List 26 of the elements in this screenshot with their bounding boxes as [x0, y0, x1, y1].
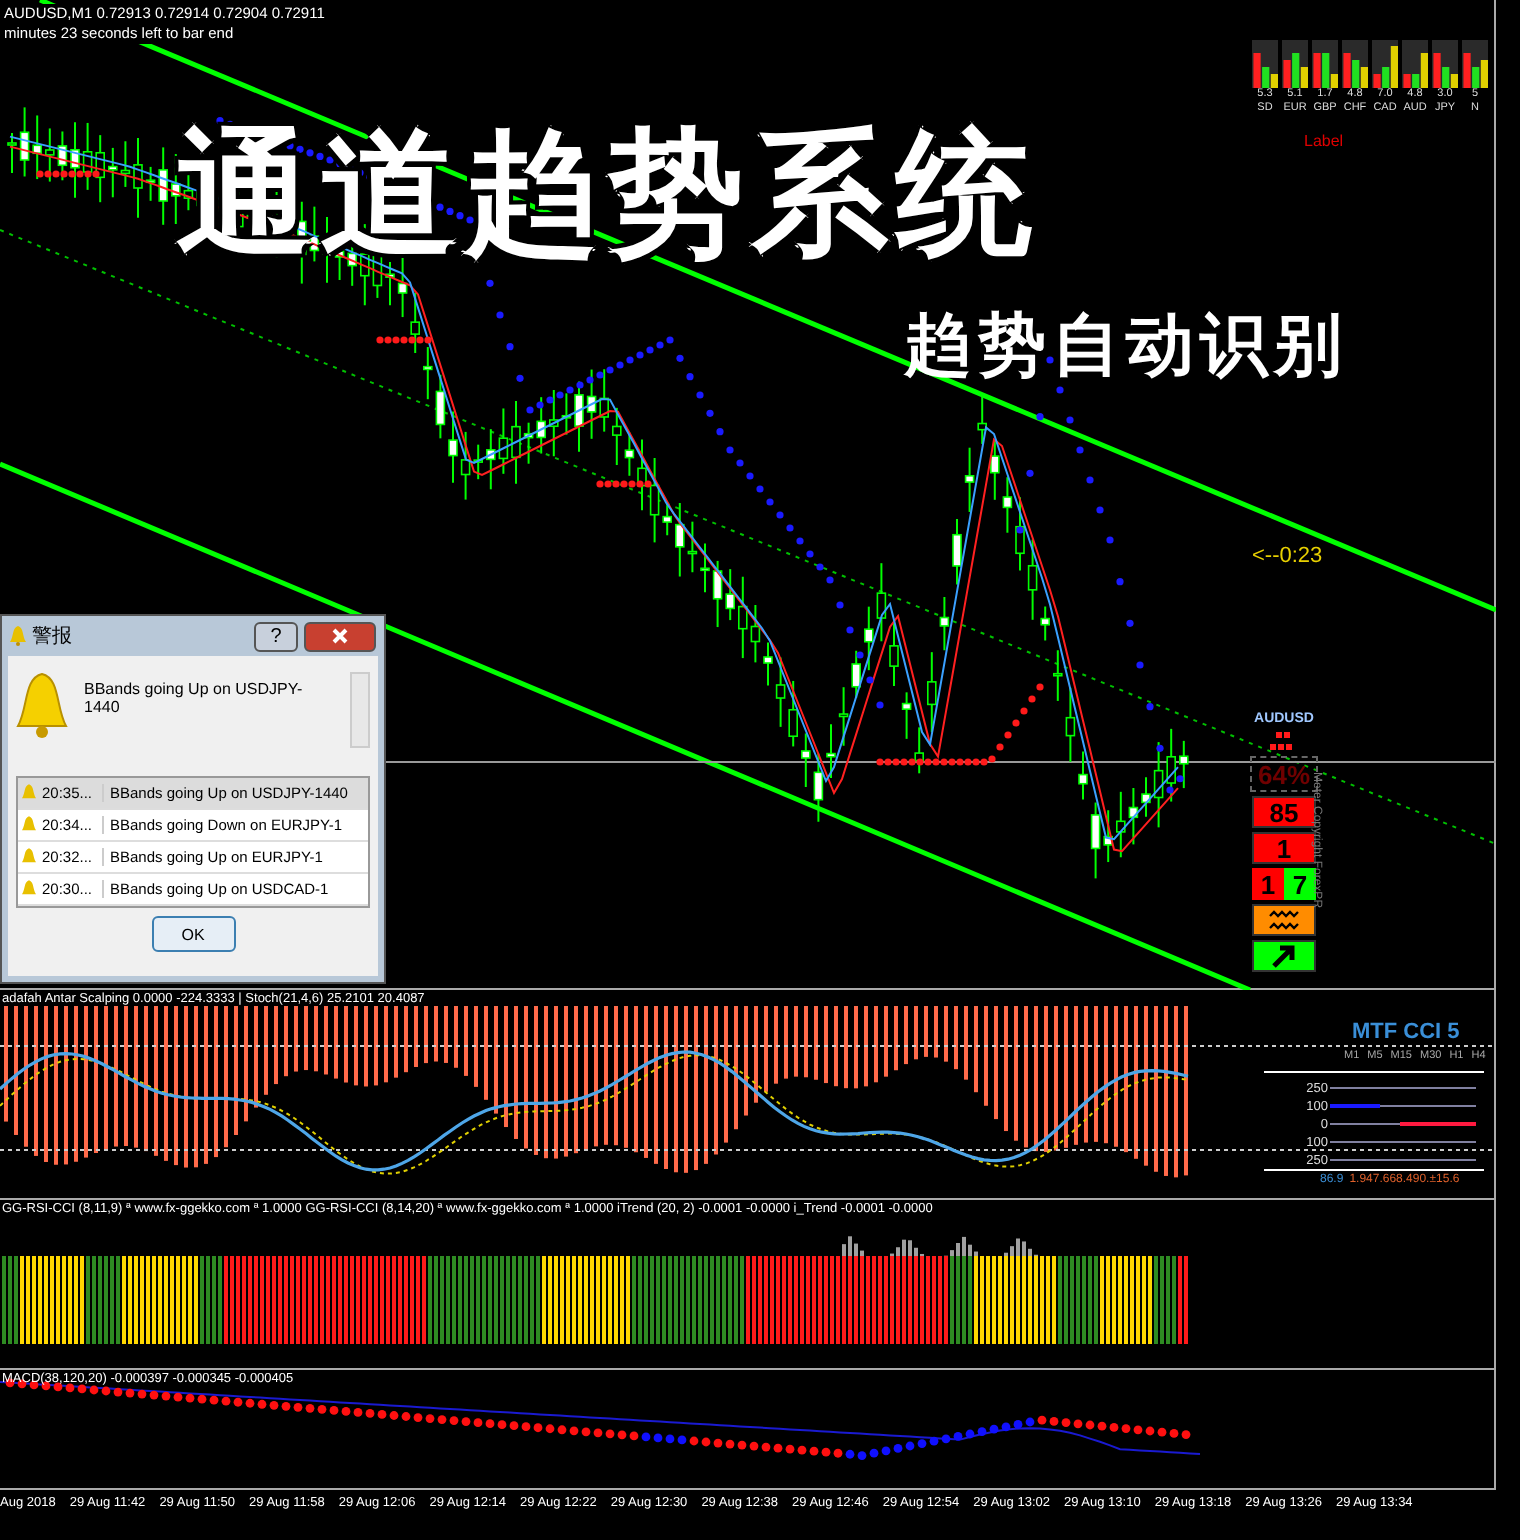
wave-icon	[1268, 908, 1300, 932]
signal-value: 1	[1252, 868, 1284, 900]
close-button[interactable]	[304, 621, 376, 651]
strength-bars-icon	[1252, 40, 1278, 88]
strength-bars-icon	[1432, 40, 1458, 88]
signal-dots-icon	[1270, 732, 1298, 750]
alert-message: BBands going Up on USDJPY-1440	[84, 678, 305, 716]
help-button[interactable]: ?	[254, 621, 298, 651]
meter-label: Label	[1304, 132, 1344, 150]
strength-bars-icon	[1342, 40, 1368, 88]
close-icon	[332, 628, 348, 644]
strength-bars-icon	[1462, 40, 1488, 88]
mtf-title: MTF CCI 5	[1352, 1020, 1460, 1044]
up-right-arrow-icon	[1270, 942, 1298, 970]
scrollbar[interactable]	[350, 672, 370, 748]
bell-icon	[10, 626, 26, 646]
strength-bars-icon	[1312, 40, 1338, 88]
strength-bars-icon	[1402, 40, 1428, 88]
signal-value: 7	[1284, 868, 1316, 900]
ok-button[interactable]: OK	[151, 916, 235, 952]
countdown-label: <--0:23	[1252, 544, 1323, 568]
strength-bars-icon	[1282, 40, 1308, 88]
strength-bars-icon	[1372, 40, 1398, 88]
chart-subtitle: 趋势自动识别	[904, 304, 1348, 390]
dialog-title: 警报	[32, 623, 72, 650]
bell-icon	[16, 672, 68, 740]
